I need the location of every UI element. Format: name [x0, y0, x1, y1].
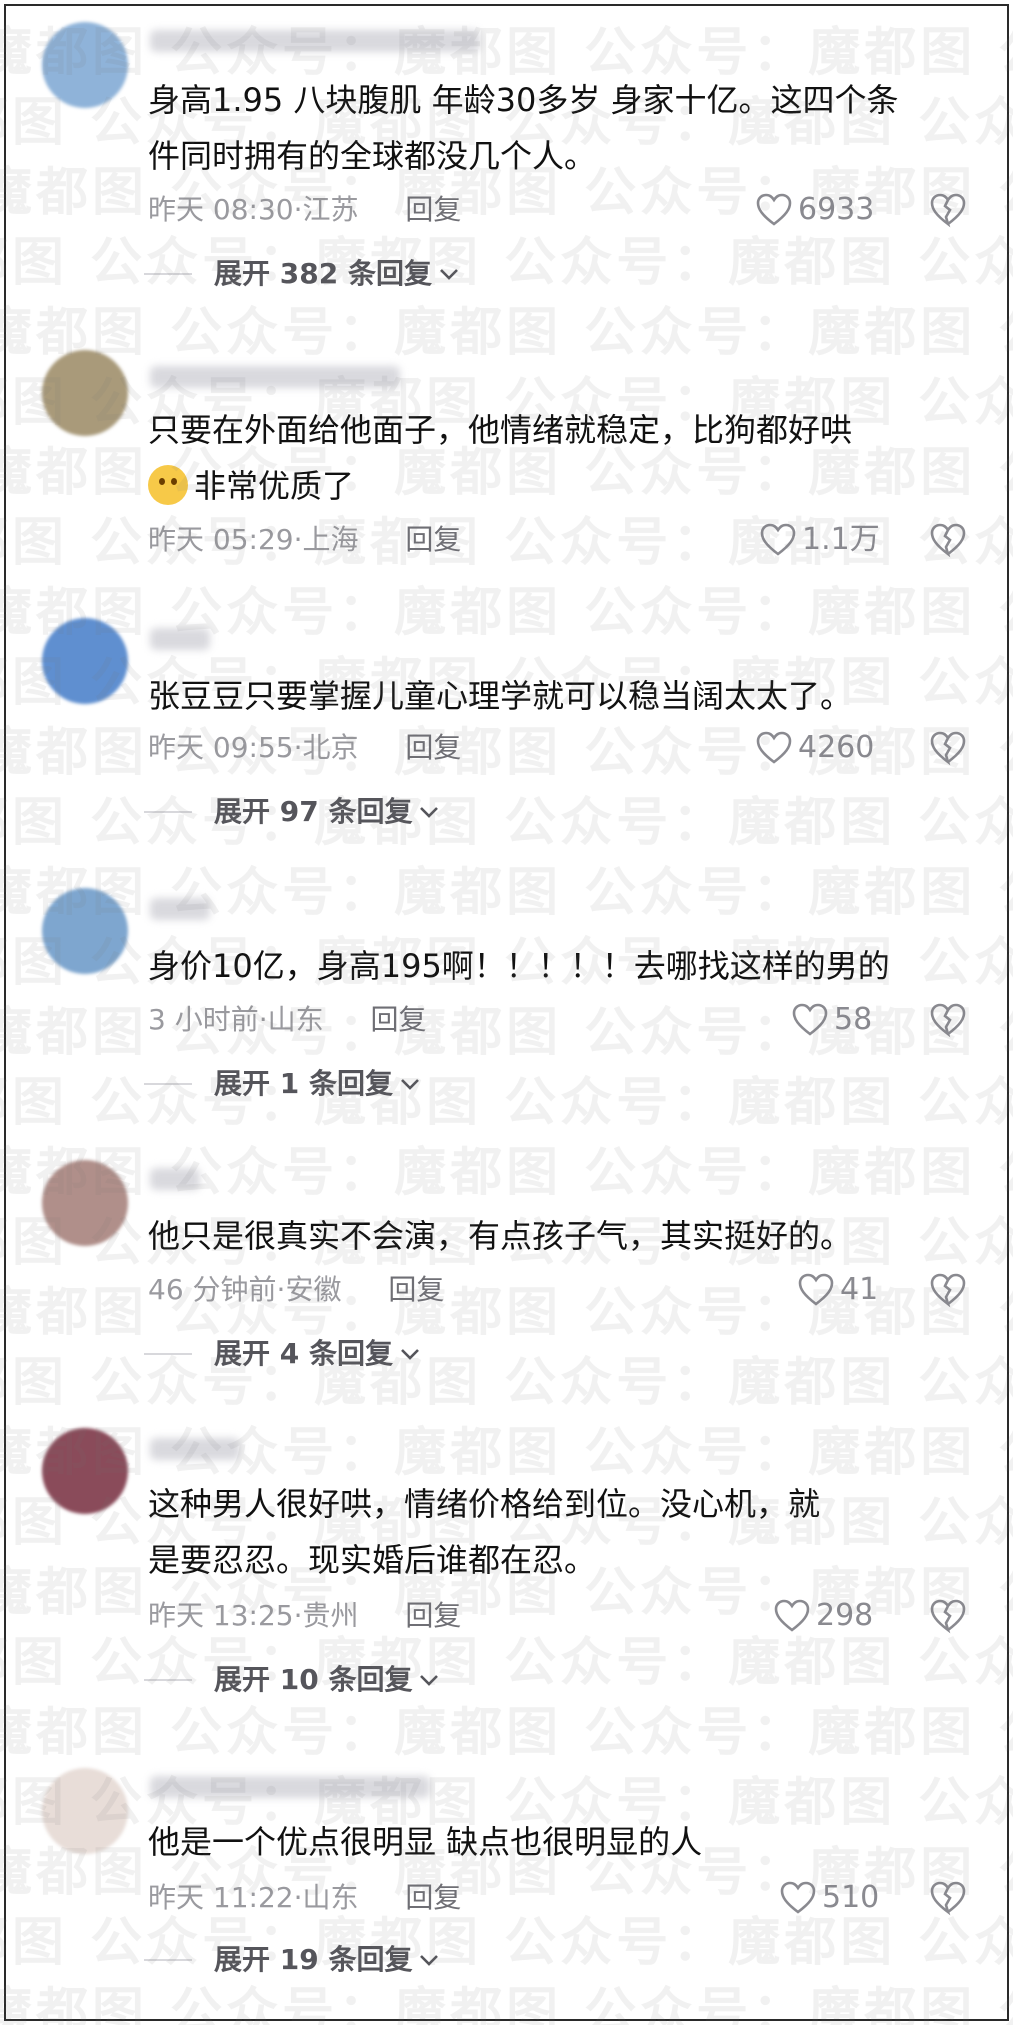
comment-location: 上海: [302, 523, 359, 556]
comment-meta: 3 小时前·山东 回复: [148, 1003, 427, 1036]
comment-time: 3 小时前: [148, 1003, 259, 1036]
comment-text: 这种男人很好哄，情绪价格给到位。没心机，就 是要忍忍。现实婚后谁都在忍。: [148, 1485, 821, 1579]
like-button[interactable]: 6933: [756, 190, 874, 230]
broken-heart-icon[interactable]: [930, 730, 966, 766]
comment-time: 昨天 05:29: [148, 523, 294, 556]
comment-meta: 昨天 13:25·贵州 回复: [148, 1599, 462, 1632]
comment-text: 张豆豆只要掌握儿童心理学就可以稳当阔太太了。: [148, 677, 853, 715]
like-button[interactable]: 4260: [756, 728, 874, 768]
username[interactable]: [150, 898, 210, 920]
comment-location: 贵州: [302, 1599, 359, 1632]
like-count: 41: [840, 1272, 879, 1307]
expand-replies-button[interactable]: 展开 4 条回复: [144, 1334, 421, 1374]
avatar[interactable]: [42, 1428, 128, 1514]
heart-icon: [792, 1003, 828, 1036]
comment-location: 安徽: [285, 1273, 342, 1306]
like-count: 58: [834, 1002, 873, 1037]
comment-location: 山东: [302, 1881, 359, 1914]
comment-text: 只要在外面给他面子，他情绪就稳定，比狗都好哄 非常优质了: [148, 411, 853, 505]
heart-icon: [760, 523, 796, 556]
broken-heart-icon[interactable]: [930, 192, 966, 228]
like-count: 510: [822, 1880, 880, 1915]
comment-time: 46 分钟前: [148, 1273, 277, 1306]
reply-button[interactable]: 回复: [371, 1003, 427, 1036]
comment-time: 昨天 13:25: [148, 1599, 294, 1632]
like-count: 6933: [798, 192, 875, 227]
heart-icon: [756, 731, 792, 764]
chevron-down-icon: [440, 269, 458, 280]
expand-replies-button[interactable]: 展开 97 条回复: [144, 792, 440, 832]
like-count: 4260: [798, 730, 875, 765]
chevron-down-icon: [401, 1079, 419, 1090]
avatar[interactable]: [42, 1768, 128, 1854]
avatar[interactable]: [42, 22, 128, 108]
comment-meta: 昨天 05:29·上海 回复: [148, 523, 462, 556]
chevron-down-icon: [420, 1955, 439, 1966]
avatar[interactable]: [42, 888, 128, 974]
like-count: 1.1万: [802, 522, 880, 557]
reply-button[interactable]: 回复: [405, 731, 461, 764]
chevron-down-icon: [420, 807, 439, 818]
broken-heart-icon[interactable]: [930, 522, 966, 558]
username[interactable]: [150, 366, 400, 388]
like-button[interactable]: 510: [780, 1878, 879, 1918]
reply-button[interactable]: 回复: [405, 193, 461, 226]
expand-replies-button[interactable]: 展开 1 条回复: [144, 1064, 421, 1104]
like-button[interactable]: 298: [774, 1596, 873, 1636]
comment-location: 北京: [302, 731, 359, 764]
comment-text: 他是一个优点很明显 缺点也很明显的人: [148, 1823, 703, 1861]
username[interactable]: [150, 30, 480, 52]
expand-replies-button[interactable]: 展开 10 条回复: [144, 1660, 440, 1700]
heart-icon: [774, 1599, 810, 1632]
username[interactable]: [150, 628, 210, 650]
username[interactable]: [150, 1168, 200, 1190]
watermark-row: 魔都图 公众号：魔都图 公众号：魔都图 公众号：魔都图 公众号：: [0, 1143, 1013, 1203]
broken-heart-icon[interactable]: [930, 1272, 966, 1308]
like-button[interactable]: 1.1万: [760, 520, 880, 560]
comment-meta: 昨天 11:22·山东 回复: [148, 1881, 462, 1914]
expand-replies-button[interactable]: 展开 382 条回复: [144, 254, 460, 294]
avatar[interactable]: [42, 618, 128, 704]
heart-icon: [798, 1273, 834, 1306]
emoji-icon: [148, 465, 188, 505]
comment-time: 昨天 08:30: [148, 193, 294, 226]
comment-time: 昨天 09:55: [148, 731, 294, 764]
like-count: 298: [816, 1598, 874, 1633]
avatar[interactable]: [42, 350, 128, 436]
like-button[interactable]: 41: [798, 1270, 878, 1310]
comment-meta: 昨天 08:30·江苏 回复: [148, 193, 462, 226]
username[interactable]: [150, 1776, 430, 1798]
comment-location: 江苏: [302, 193, 359, 226]
chevron-down-icon: [401, 1349, 419, 1360]
broken-heart-icon[interactable]: [930, 1598, 966, 1634]
chevron-down-icon: [420, 1675, 439, 1686]
expand-replies-button[interactable]: 展开 19 条回复: [144, 1940, 440, 1980]
username[interactable]: [150, 1438, 240, 1460]
watermark-row: 魔都图 公众号：魔都图 公众号：魔都图 公众号：魔都图 公众号：: [0, 1703, 1013, 1763]
avatar[interactable]: [42, 1160, 128, 1246]
broken-heart-icon[interactable]: [930, 1002, 966, 1038]
like-button[interactable]: 58: [792, 1000, 872, 1040]
reply-button[interactable]: 回复: [388, 1273, 444, 1306]
reply-button[interactable]: 回复: [405, 1599, 461, 1632]
broken-heart-icon[interactable]: [930, 1880, 966, 1916]
comment-text: 身价10亿，身高195啊！！！！！去哪找这样的男的: [148, 947, 890, 985]
comment-time: 昨天 11:22: [148, 1881, 294, 1914]
heart-icon: [780, 1881, 816, 1914]
heart-icon: [756, 193, 792, 226]
watermark-row: 魔都图 公众号：魔都图 公众号：魔都图 公众号：魔都图 公众号：: [0, 303, 1013, 363]
comment-location: 山东: [267, 1003, 324, 1036]
comment-text: 他只是很真实不会演，有点孩子气，其实挺好的。: [148, 1217, 853, 1255]
reply-button[interactable]: 回复: [405, 1881, 461, 1914]
comment-meta: 46 分钟前·安徽 回复: [148, 1273, 445, 1306]
reply-button[interactable]: 回复: [405, 523, 461, 556]
comment-meta: 昨天 09:55·北京 回复: [148, 731, 462, 764]
comment-text: 身高1.95 八块腹肌 年龄30多岁 身家十亿。这四个条 件同时拥有的全球都没几…: [148, 81, 899, 175]
